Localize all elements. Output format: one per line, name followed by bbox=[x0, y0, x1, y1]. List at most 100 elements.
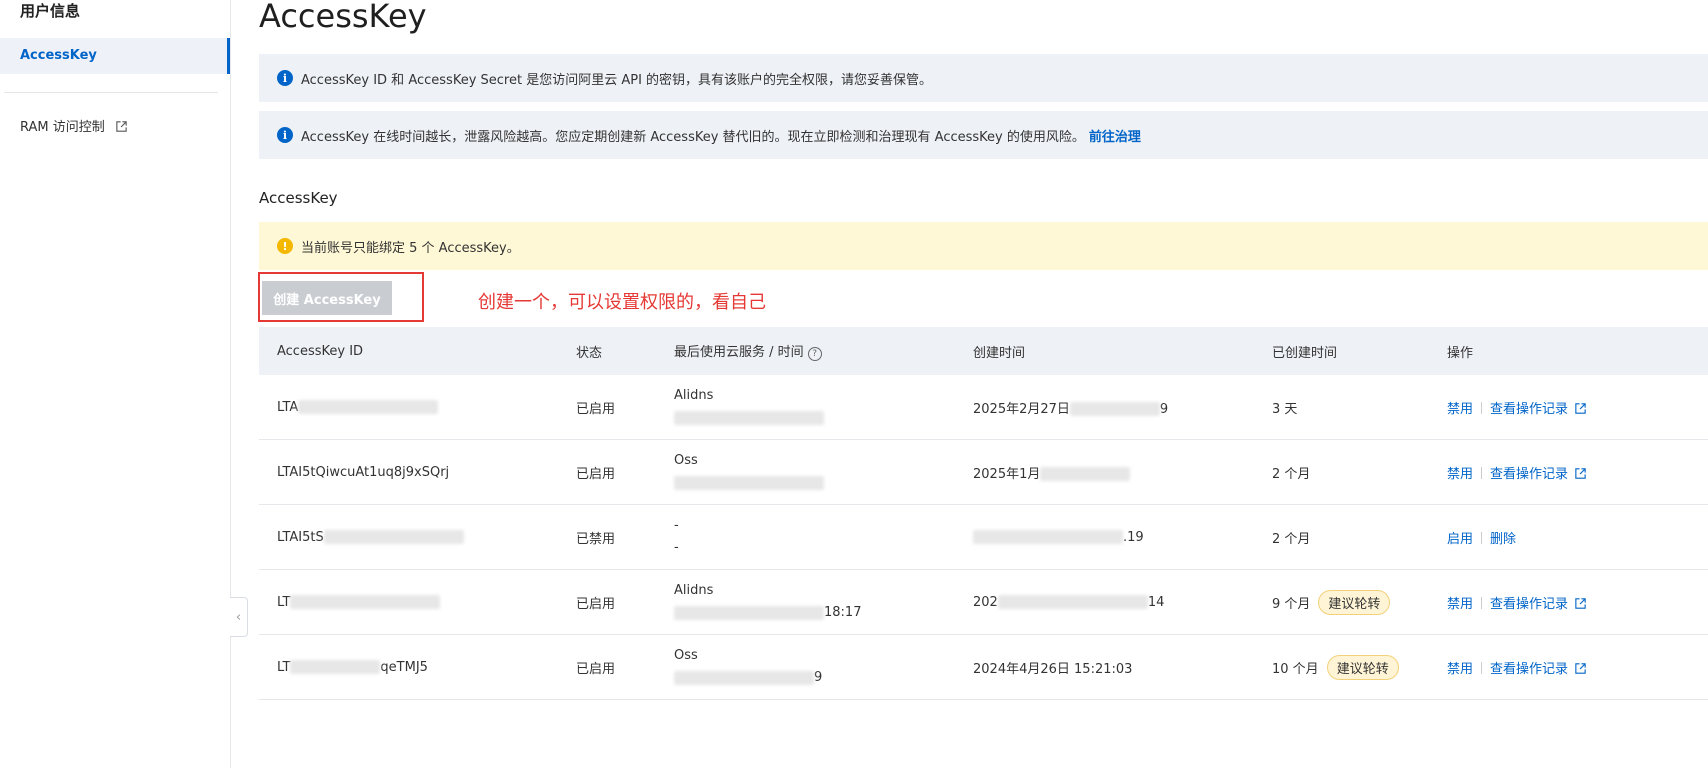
sidebar-item-ram[interactable]: RAM 访问控制 bbox=[0, 110, 230, 146]
status-text: 已启用 bbox=[576, 661, 616, 677]
column-header: 最后使用云服务 / 时间? bbox=[674, 341, 822, 361]
separator bbox=[1481, 466, 1483, 479]
id-text: LTAI5tS bbox=[277, 529, 324, 545]
redaction bbox=[674, 475, 824, 490]
column-header: AccessKey ID bbox=[277, 343, 364, 359]
operations: 禁用 查看操作记录 bbox=[1447, 658, 1587, 677]
last-used: - - bbox=[674, 515, 679, 559]
last-used: Alidns 18:17 bbox=[674, 580, 861, 624]
external-link-icon bbox=[116, 121, 127, 132]
age-cell: 10 个月 建议轮转 bbox=[1272, 654, 1399, 680]
external-link-icon bbox=[1575, 597, 1586, 609]
redaction bbox=[674, 410, 824, 425]
disable-link[interactable]: 禁用 bbox=[1447, 597, 1473, 612]
created-time: .19 bbox=[973, 530, 1144, 545]
sidebar-item-accesskey[interactable]: AccessKey bbox=[0, 38, 230, 74]
annotation-text: 创建一个，可以设置权限的，看自己 bbox=[478, 292, 766, 313]
table-row: LTA 已启用 Alidns 2025年2月27日 9 3 天 禁用 查看操作记录 bbox=[259, 375, 1708, 440]
sidebar: 用户信息 AccessKey RAM 访问控制 bbox=[0, 0, 231, 768]
created-time: 2025年1月 bbox=[973, 463, 1131, 482]
table-row: LTAI5tQiwcuAt1uq8j9xSQrj 已启用 Oss 2025年1月… bbox=[259, 440, 1708, 505]
accesskey-id: LT bbox=[277, 594, 441, 610]
service-name: Oss bbox=[674, 648, 698, 663]
info-icon: i bbox=[277, 127, 293, 143]
page-title: AccessKey bbox=[259, 0, 427, 35]
created-text: 14 bbox=[1147, 594, 1165, 610]
view-log-label: 查看操作记录 bbox=[1490, 401, 1569, 417]
rotate-badge: 建议轮转 bbox=[1318, 589, 1391, 615]
age-text: 10 个月 bbox=[1272, 661, 1319, 677]
collapse-sidebar-handle[interactable]: ‹ bbox=[230, 597, 248, 637]
external-link-icon bbox=[1575, 402, 1586, 414]
age-text: 2 个月 bbox=[1272, 466, 1311, 482]
redaction bbox=[973, 530, 1123, 544]
accesskey-table: AccessKey ID 状态 最后使用云服务 / 时间? 创建时间 已创建时间… bbox=[259, 327, 1708, 700]
view-log-link[interactable]: 查看操作记录 bbox=[1490, 662, 1587, 677]
info-notice-2: i AccessKey 在线时间越长，泄露风险越高。您应定期创建新 Access… bbox=[259, 111, 1708, 159]
redaction bbox=[674, 670, 814, 685]
time-text: 9 bbox=[814, 670, 823, 685]
column-header: 创建时间 bbox=[973, 345, 1026, 361]
status-text: 已禁用 bbox=[576, 531, 616, 547]
notice-text: AccessKey ID 和 AccessKey Secret 是您访问阿里云 … bbox=[301, 72, 933, 88]
operations: 禁用 查看操作记录 bbox=[1447, 398, 1587, 417]
redaction bbox=[997, 595, 1148, 609]
created-text: .19 bbox=[1123, 529, 1144, 545]
redaction bbox=[1040, 467, 1131, 481]
section-title: AccessKey bbox=[259, 189, 338, 207]
view-log-link[interactable]: 查看操作记录 bbox=[1490, 597, 1587, 612]
age-cell: 9 个月 建议轮转 bbox=[1272, 589, 1391, 615]
delete-link[interactable]: 删除 bbox=[1490, 532, 1516, 547]
view-log-link[interactable]: 查看操作记录 bbox=[1490, 402, 1587, 417]
disable-link[interactable]: 禁用 bbox=[1447, 662, 1473, 677]
accesskey-id: LTAI5tS bbox=[277, 530, 464, 545]
last-used-time: - bbox=[674, 540, 679, 555]
operations: 禁用 查看操作记录 bbox=[1447, 593, 1587, 612]
disable-link[interactable]: 禁用 bbox=[1447, 402, 1473, 417]
redaction bbox=[298, 400, 439, 414]
accesskey-id: LT qeTMJ5 bbox=[277, 660, 428, 675]
column-header-label: 最后使用云服务 / 时间 bbox=[674, 345, 804, 360]
accesskey-id: LTA bbox=[277, 400, 439, 415]
view-log-label: 查看操作记录 bbox=[1490, 466, 1569, 482]
rotate-badge: 建议轮转 bbox=[1326, 654, 1399, 680]
table-row: LT qeTMJ5 已启用 Oss 9 2024年4月26日 15:21:03 1… bbox=[259, 635, 1708, 700]
table-header: AccessKey ID 状态 最后使用云服务 / 时间? 创建时间 已创建时间… bbox=[259, 327, 1708, 375]
service-name: Alidns bbox=[674, 388, 714, 403]
operations: 启用 删除 bbox=[1447, 528, 1516, 547]
create-accesskey-button[interactable]: 创建 AccessKey bbox=[262, 281, 392, 315]
warning-icon: ! bbox=[277, 238, 293, 254]
enable-link[interactable]: 启用 bbox=[1447, 532, 1473, 547]
age-text: 9 个月 bbox=[1272, 596, 1311, 612]
redaction bbox=[323, 530, 464, 544]
highlight-box: 创建 AccessKey bbox=[258, 272, 424, 322]
created-time: 202 14 bbox=[973, 595, 1164, 610]
last-used: Oss 9 bbox=[674, 645, 822, 689]
last-used: Oss bbox=[674, 450, 824, 494]
table-row: LTAI5tS 已禁用 - - .19 2 个月 启用 删除 bbox=[259, 505, 1708, 570]
external-link-icon bbox=[1575, 662, 1586, 674]
column-header: 操作 bbox=[1447, 345, 1474, 361]
created-text: 202 bbox=[973, 594, 998, 610]
status-text: 已启用 bbox=[576, 596, 616, 612]
operations: 禁用 查看操作记录 bbox=[1447, 463, 1587, 482]
disable-link[interactable]: 禁用 bbox=[1447, 467, 1473, 482]
limit-warning: ! 当前账号只能绑定 5 个 AccessKey。 bbox=[259, 222, 1708, 270]
id-text: LT bbox=[277, 594, 291, 610]
last-used-time bbox=[674, 407, 824, 429]
govern-link[interactable]: 前往治理 bbox=[1089, 126, 1141, 145]
view-log-link[interactable]: 查看操作记录 bbox=[1490, 467, 1587, 482]
help-icon[interactable]: ? bbox=[807, 347, 822, 361]
info-icon: i bbox=[277, 70, 293, 86]
sidebar-item-label: RAM 访问控制 bbox=[20, 120, 105, 135]
main-content: AccessKey i AccessKey ID 和 AccessKey Sec… bbox=[258, 0, 1708, 768]
table-row: LT 已启用 Alidns 18:17 202 14 9 个月 建议轮转 禁用 查看操… bbox=[259, 570, 1708, 635]
last-used-time: 9 bbox=[674, 667, 822, 689]
service-name: Alidns bbox=[674, 583, 714, 598]
status-text: 已启用 bbox=[576, 401, 616, 417]
external-link-icon bbox=[1575, 467, 1586, 479]
view-log-label: 查看操作记录 bbox=[1490, 596, 1569, 612]
sidebar-item-label: AccessKey bbox=[20, 48, 97, 63]
column-header: 状态 bbox=[576, 345, 603, 361]
id-text: qeTMJ5 bbox=[380, 659, 428, 675]
